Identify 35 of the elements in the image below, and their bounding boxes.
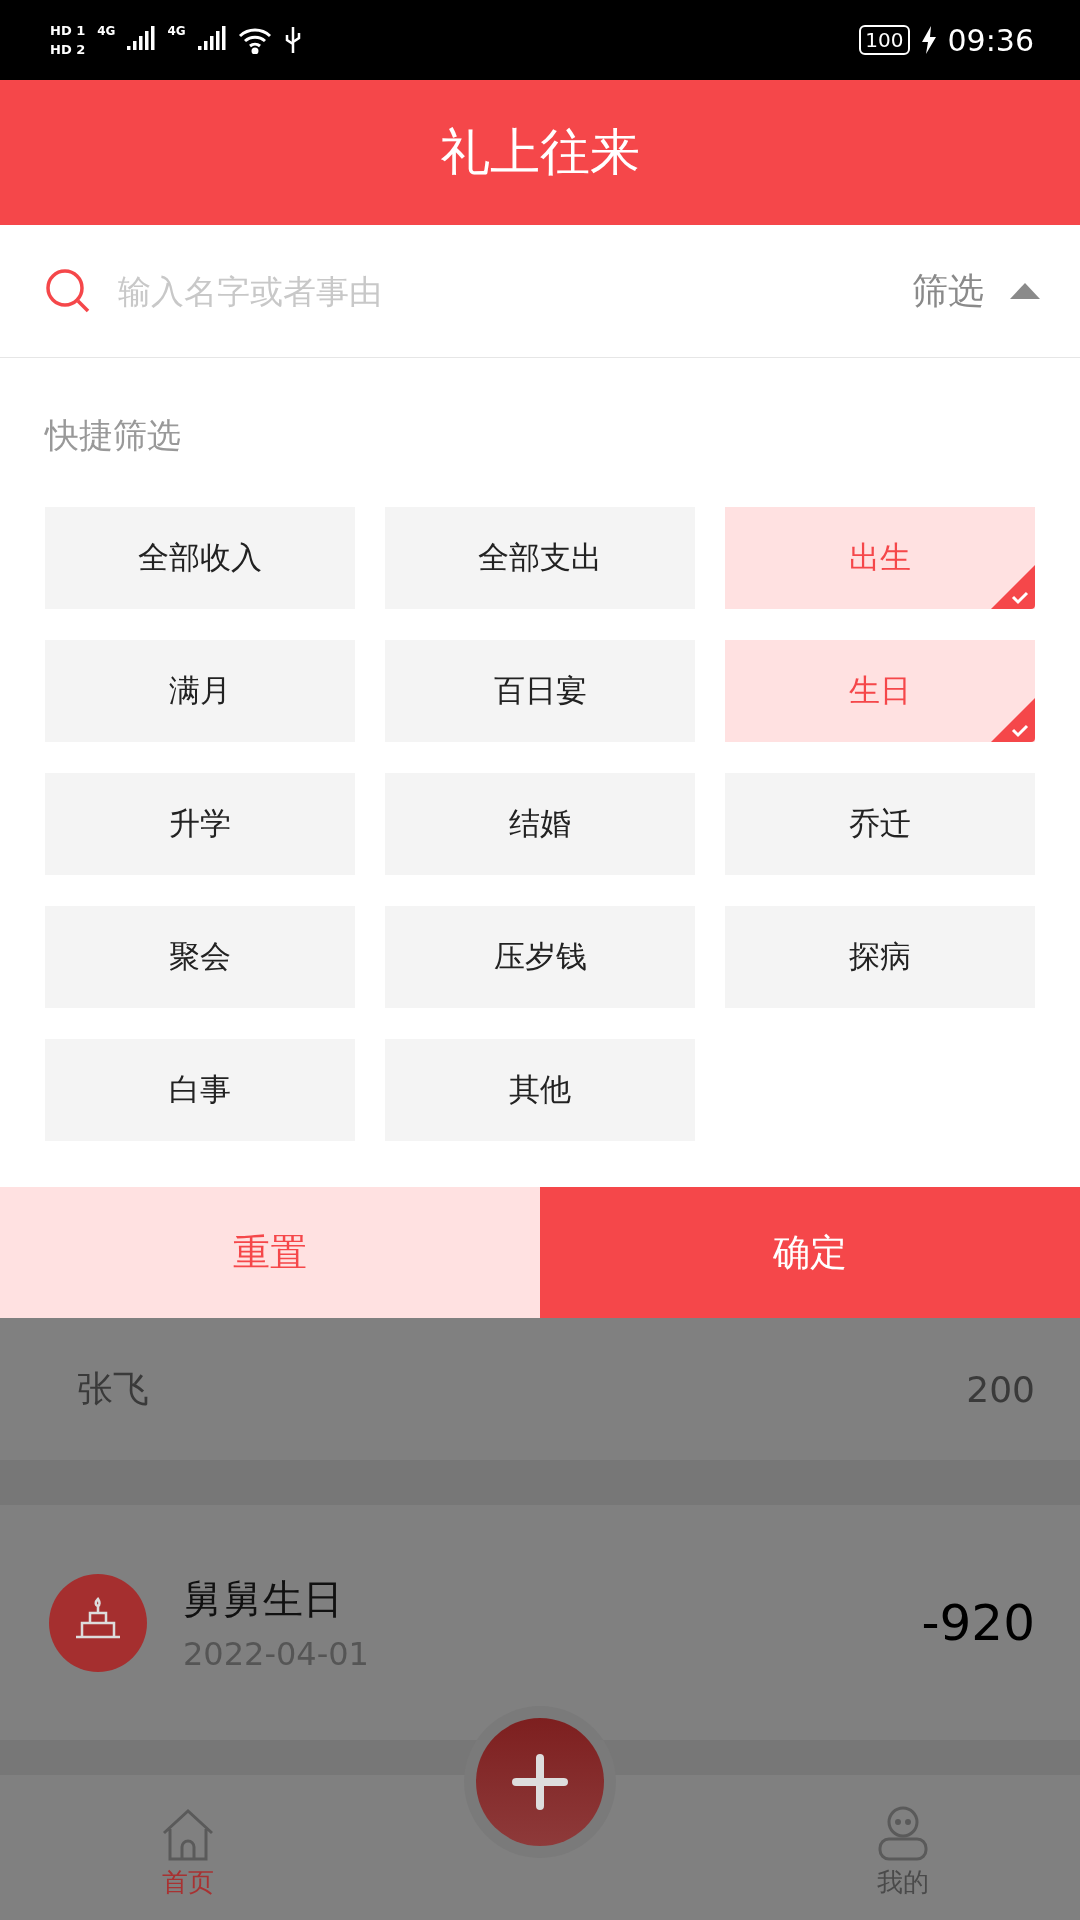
filter-option[interactable]: 聚会	[45, 906, 355, 1008]
charging-icon	[921, 26, 936, 54]
search-icon	[44, 267, 92, 315]
sim-label: HD 2	[50, 42, 86, 57]
record-title: 舅舅生日	[183, 1575, 344, 1624]
confirm-button[interactable]: 确定	[540, 1187, 1080, 1318]
filter-option[interactable]: 白事	[45, 1039, 355, 1141]
filter-option[interactable]: 探病	[725, 906, 1035, 1008]
check-icon	[991, 565, 1035, 609]
network-label: 4G	[97, 24, 116, 38]
plus-icon	[512, 1754, 568, 1810]
home-icon	[160, 1807, 216, 1861]
usb-icon	[283, 25, 302, 55]
check-icon	[991, 698, 1035, 742]
filter-option[interactable]: 其他	[385, 1039, 695, 1141]
filter-option[interactable]: 全部收入	[45, 507, 355, 609]
caret-icon	[1010, 283, 1040, 299]
filter-option[interactable]: 乔迁	[725, 773, 1035, 875]
filter-option[interactable]: 百日宴	[385, 640, 695, 742]
filter-option[interactable]: 压岁钱	[385, 906, 695, 1008]
clock-time: 09:36	[947, 22, 1034, 58]
filter-option[interactable]: 满月	[45, 640, 355, 742]
record-amount: 200	[966, 1368, 1035, 1410]
battery-level: 100	[859, 25, 910, 55]
user-icon	[876, 1805, 930, 1861]
filter-option[interactable]: 结婚	[385, 773, 695, 875]
sim-label: HD 1	[50, 23, 86, 38]
wifi-icon	[237, 26, 272, 54]
filter-option[interactable]: 升学	[45, 773, 355, 875]
app-title: 礼上往来	[440, 122, 640, 183]
network-label: 4G	[167, 24, 186, 38]
filter-option[interactable]: 全部支出	[385, 507, 695, 609]
record-name: 张飞	[77, 1366, 149, 1411]
record-amount: -920	[921, 1593, 1035, 1652]
section-title: 快捷筛选	[45, 415, 182, 455]
